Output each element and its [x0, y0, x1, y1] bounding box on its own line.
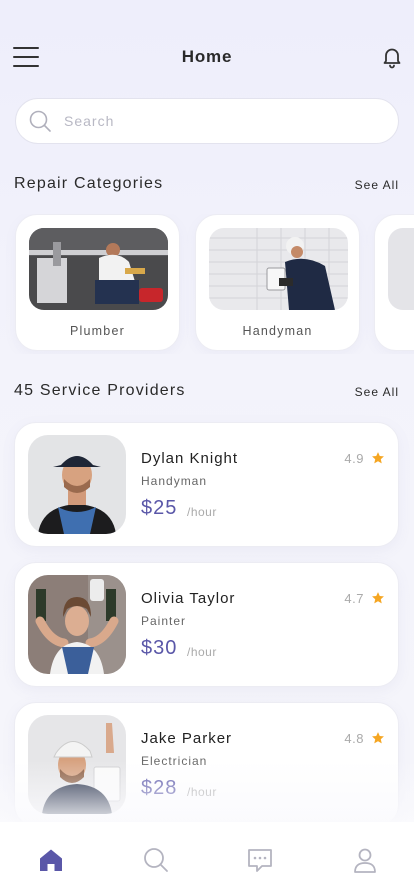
- provider-rating: 4.8: [344, 731, 364, 746]
- provider-avatar: [28, 435, 126, 534]
- chat-icon[interactable]: [246, 846, 274, 874]
- provider-role: Handyman: [141, 474, 208, 488]
- provider-name: Jake Parker: [141, 730, 233, 747]
- category-image: [388, 228, 414, 310]
- provider-rating: 4.7: [344, 591, 364, 606]
- providers-title: 45 Service Providers: [14, 382, 186, 399]
- bottom-tab-bar: [0, 822, 414, 896]
- provider-name: Olivia Taylor: [141, 590, 236, 607]
- price-unit: /hour: [187, 645, 217, 659]
- search-icon: [29, 110, 51, 132]
- provider-role: Painter: [141, 614, 187, 628]
- bell-icon[interactable]: [380, 45, 404, 69]
- star-icon: [372, 732, 384, 744]
- provider-card[interactable]: Dylan Knight Handyman $25 /hour 4.9: [14, 422, 399, 547]
- price-unit: /hour: [187, 505, 217, 519]
- categories-title: Repair Categories: [14, 175, 164, 192]
- profile-icon[interactable]: [351, 846, 379, 874]
- categories-see-all-link[interactable]: See All: [355, 178, 399, 192]
- provider-name: Dylan Knight: [141, 450, 239, 467]
- provider-avatar: [28, 715, 126, 814]
- provider-card[interactable]: Jake Parker Electrician $28 /hour 4.8: [14, 702, 399, 827]
- provider-card[interactable]: Olivia Taylor Painter $30 /hour 4.7: [14, 562, 399, 687]
- category-carousel[interactable]: Plumber Handyman: [0, 214, 414, 354]
- provider-role: Electrician: [141, 754, 208, 768]
- category-card-plumber[interactable]: Plumber: [15, 214, 180, 351]
- search-input[interactable]: [64, 113, 364, 129]
- search-bar[interactable]: [15, 98, 399, 144]
- price-unit: /hour: [187, 785, 217, 799]
- search-icon[interactable]: [142, 846, 170, 874]
- star-icon: [372, 452, 384, 464]
- plumber-image: [29, 228, 168, 310]
- star-icon: [372, 592, 384, 604]
- category-card-more[interactable]: [374, 214, 414, 351]
- providers-see-all-link[interactable]: See All: [355, 385, 399, 399]
- provider-rating: 4.9: [344, 451, 364, 466]
- provider-price: $28: [141, 777, 178, 799]
- category-label: Handyman: [242, 324, 313, 338]
- category-card-handyman[interactable]: Handyman: [195, 214, 360, 351]
- provider-price: $30: [141, 637, 178, 659]
- provider-avatar: [28, 575, 126, 674]
- provider-price: $25: [141, 497, 178, 519]
- page-title: Home: [181, 47, 233, 66]
- category-label: Plumber: [70, 324, 125, 338]
- home-icon[interactable]: [37, 846, 65, 874]
- handyman-image: [209, 228, 348, 310]
